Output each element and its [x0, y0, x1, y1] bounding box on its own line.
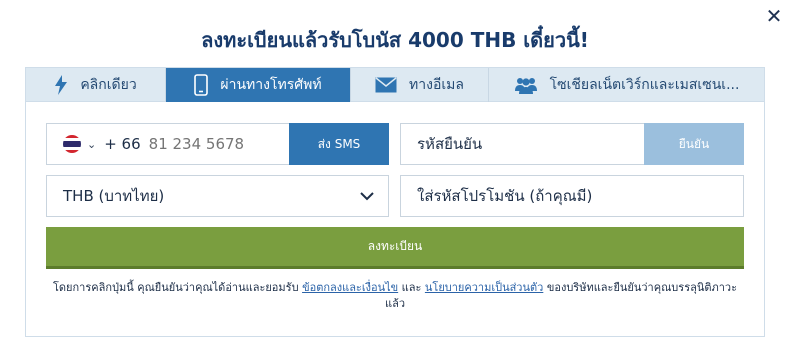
- registration-panel: คลิกเดียว ผ่านทางโทรศัพท์ ทางอีเมล โซเชี…: [25, 67, 765, 337]
- send-sms-button[interactable]: ส่ง SMS: [289, 123, 389, 165]
- privacy-policy-link[interactable]: นโยบายความเป็นส่วนตัว: [425, 281, 543, 294]
- envelope-icon: [375, 77, 397, 93]
- tab-one-click[interactable]: คลิกเดียว: [26, 68, 166, 102]
- tab-by-email[interactable]: ทางอีเมล: [351, 68, 489, 102]
- register-button[interactable]: ลงทะเบียน: [46, 227, 744, 269]
- currency-value: THB (บาทไทย): [63, 187, 165, 205]
- tab-social-networks-label: โซเชียลเน็ตเวิร์กและเมสเซนเ...: [549, 77, 740, 93]
- chevron-down-icon[interactable]: ⌄: [87, 138, 96, 151]
- tab-social-networks[interactable]: โซเชียลเน็ตเวิร์กและเมสเซนเ...: [489, 68, 764, 102]
- tab-one-click-label: คลิกเดียว: [80, 77, 137, 93]
- terms-middle: และ: [398, 281, 425, 294]
- confirmation-code-field[interactable]: [400, 123, 646, 165]
- phone-number-input[interactable]: [148, 135, 269, 153]
- confirm-button[interactable]: ยืนยัน: [644, 123, 744, 165]
- thailand-flag-icon[interactable]: [63, 135, 81, 153]
- dialog-title: ลงทะเบียนแล้วรับโบนัส 4000 THB เดี๋ยวนี้…: [201, 28, 589, 52]
- promo-code-field[interactable]: [400, 175, 744, 217]
- terms-and-conditions-link[interactable]: ข้อตกลงและเงื่อนไข: [302, 281, 398, 294]
- users-icon: [514, 78, 537, 94]
- promo-code-input[interactable]: [401, 176, 743, 216]
- confirmation-code-input[interactable]: [401, 124, 645, 164]
- tab-by-phone[interactable]: ผ่านทางโทรศัพท์: [166, 68, 351, 102]
- registration-tabs: คลิกเดียว ผ่านทางโทรศัพท์ ทางอีเมล โซเชี…: [26, 68, 764, 102]
- phone-icon: [194, 74, 209, 96]
- terms-text: โดยการคลิกปุ่มนี้ คุณยืนยันว่าคุณได้อ่าน…: [46, 280, 744, 312]
- currency-select[interactable]: THB (บาทไทย): [46, 175, 389, 217]
- chevron-down-icon: [360, 191, 374, 200]
- terms-prefix: โดยการคลิกปุ่มนี้ คุณยืนยันว่าคุณได้อ่าน…: [52, 281, 303, 294]
- lightning-icon: [55, 75, 68, 95]
- country-code: + 66: [104, 135, 141, 153]
- phone-field[interactable]: ⌄ + 66: [46, 123, 291, 165]
- tab-by-phone-label: ผ่านทางโทรศัพท์: [220, 77, 322, 93]
- tab-by-email-label: ทางอีเมล: [409, 77, 464, 93]
